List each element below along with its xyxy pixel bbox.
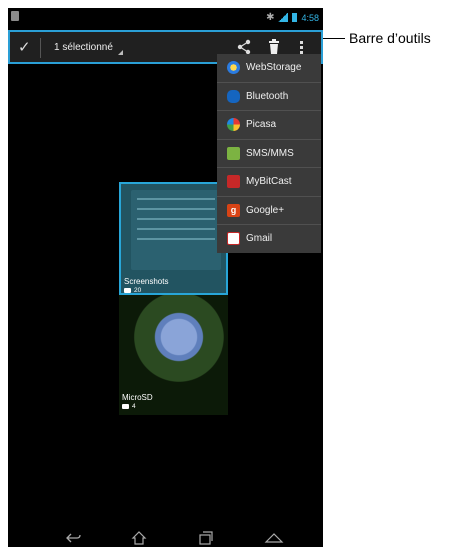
album-microsd[interactable]: MicroSD 4 xyxy=(119,295,228,415)
selection-count[interactable]: 1 sélectionné xyxy=(54,42,113,53)
action-bar-divider xyxy=(40,38,41,58)
callout-line xyxy=(323,38,345,39)
album-name: MicroSD xyxy=(122,393,153,402)
album-name: Screenshots xyxy=(124,277,169,286)
album-count: 20 xyxy=(124,287,142,294)
battery-icon xyxy=(292,13,298,22)
album-screenshots[interactable]: Screenshots 20 xyxy=(119,182,228,295)
googleplus-icon: g xyxy=(227,203,240,217)
picasa-icon xyxy=(227,118,240,132)
menu-item-label: Gmail xyxy=(246,233,273,245)
folder-icon xyxy=(122,404,129,409)
gmail-icon xyxy=(227,232,240,246)
menu-item-label: Bluetooth xyxy=(246,90,289,102)
menu-item-label: Google+ xyxy=(246,204,285,216)
menu-item-picasa[interactable]: Picasa xyxy=(217,111,321,140)
bluetooth-icon xyxy=(227,89,240,103)
menu-item-bluetooth[interactable]: Bluetooth xyxy=(217,83,321,111)
menu-item-googleplus[interactable]: g Google+ xyxy=(217,197,321,225)
navigation-bar xyxy=(8,531,323,547)
status-time: 4:58 xyxy=(301,12,319,23)
notification-icon xyxy=(11,11,19,21)
recent-apps-icon[interactable] xyxy=(198,531,214,547)
menu-item-gmail[interactable]: Gmail xyxy=(217,225,321,253)
webstorage-icon xyxy=(227,61,240,75)
home-icon[interactable] xyxy=(131,531,147,547)
bluetooth-status-icon: ✱ xyxy=(266,12,275,23)
selection-dropdown-icon[interactable] xyxy=(118,50,123,55)
menu-item-label: MyBitCast xyxy=(246,176,292,188)
share-menu: WebStorage Bluetooth Picasa SMS/MMS MyBi… xyxy=(217,54,321,253)
menu-item-sms[interactable]: SMS/MMS xyxy=(217,140,321,168)
album-count-value: 20 xyxy=(134,287,142,294)
check-icon[interactable]: ✓ xyxy=(18,38,31,56)
status-bar: ✱ 4:58 xyxy=(8,8,323,29)
menu-item-label: Picasa xyxy=(246,119,277,131)
folder-icon xyxy=(124,288,131,293)
menu-item-label: WebStorage xyxy=(246,62,302,74)
menu-item-mybitcast[interactable]: MyBitCast xyxy=(217,168,321,197)
mybitcast-icon xyxy=(227,175,240,189)
album-count: 4 xyxy=(122,403,136,410)
signal-icon xyxy=(278,13,289,22)
callout-label: Barre d’outils xyxy=(349,30,431,46)
back-icon[interactable] xyxy=(65,531,81,547)
chevron-up-icon[interactable] xyxy=(264,531,284,547)
menu-item-webstorage[interactable]: WebStorage xyxy=(217,54,321,83)
album-count-value: 4 xyxy=(132,403,136,410)
sms-icon xyxy=(227,146,240,160)
menu-item-label: SMS/MMS xyxy=(246,147,294,159)
